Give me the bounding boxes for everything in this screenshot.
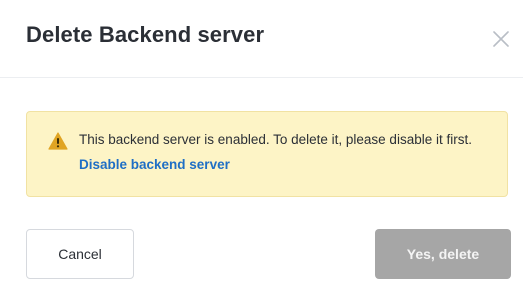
cancel-button[interactable]: Cancel bbox=[26, 229, 134, 279]
warning-alert: This backend server is enabled. To delet… bbox=[26, 111, 508, 197]
close-icon bbox=[493, 31, 509, 47]
dialog-header: Delete Backend server bbox=[0, 0, 523, 78]
yes-delete-button[interactable]: Yes, delete bbox=[375, 229, 511, 279]
disable-backend-server-link[interactable]: Disable backend server bbox=[79, 157, 230, 172]
delete-backend-server-dialog: Delete Backend server This backend serve… bbox=[0, 0, 523, 296]
warning-triangle-icon bbox=[48, 132, 68, 150]
dialog-title: Delete Backend server bbox=[26, 22, 265, 47]
alert-message: This backend server is enabled. To delet… bbox=[79, 132, 472, 147]
close-button[interactable] bbox=[490, 28, 512, 50]
